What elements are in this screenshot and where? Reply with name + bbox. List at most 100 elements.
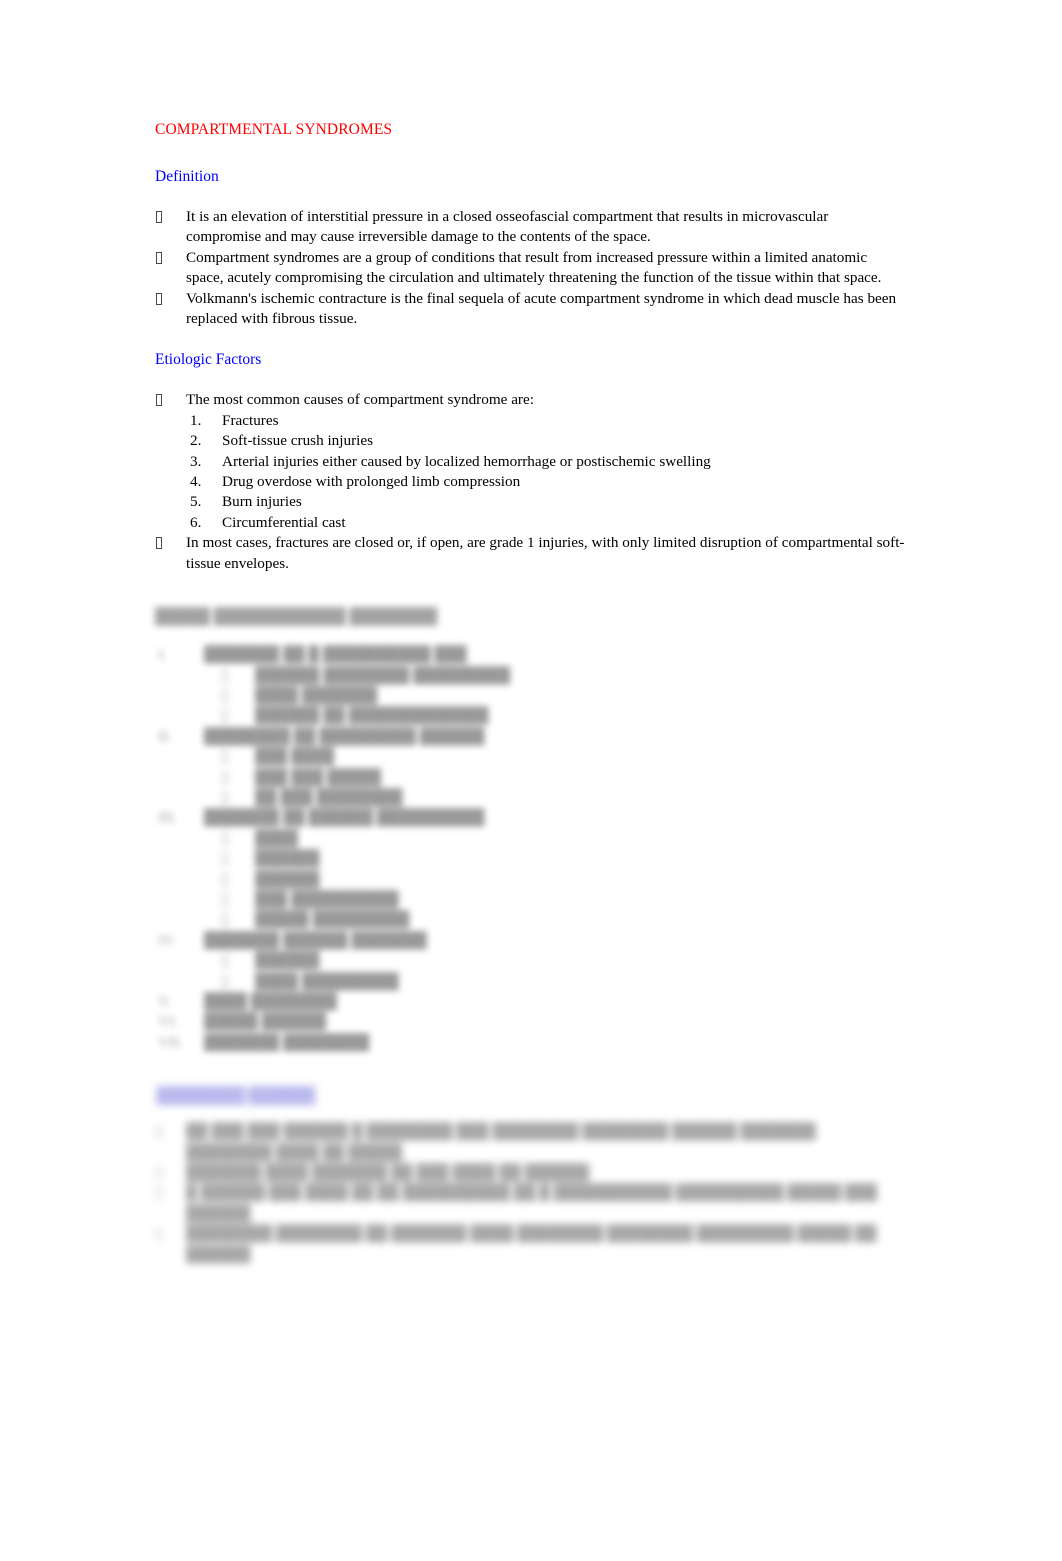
list-item: █ ██████ ███ ████ ██ ██ ██████████ ██ █ … (155, 1183, 905, 1224)
list-item-text: ██████ ██ █████████████ (255, 707, 489, 725)
bullet-tofu-icon (222, 710, 228, 723)
list-item: 3. Arterial injuries either caused by lo… (155, 452, 905, 472)
list-item: I. ███████ ██ █ ██████████ ███ (155, 645, 905, 665)
list-item: IV. ███████ ██████ ███████ (155, 931, 905, 951)
list-item: ███ ███ █████ (155, 768, 905, 788)
list-item: █████ █████████ (155, 910, 905, 930)
list-item-text: In most cases, fractures are closed or, … (186, 534, 905, 572)
list-item: 2. Soft-tissue crush injuries (155, 431, 905, 451)
list-item-text: ██ ███ ████████ (255, 788, 403, 806)
document-page: COMPARTMENTAL SYNDROMES Definition It is… (0, 0, 1062, 1561)
list-item: ██ ███ ███ ██████ █ ████████ ███ ███████… (155, 1122, 905, 1163)
section-heading-redacted-final: ████████ ██████ (155, 1086, 317, 1107)
bullet-tofu-icon (156, 251, 162, 264)
bullet-tofu-icon (156, 1228, 162, 1241)
list-item: ██████ ██ █████████████ (155, 706, 905, 726)
list-item-text: Soft-tissue crush injuries (222, 432, 374, 450)
list-item-text: ██████ (255, 850, 320, 868)
list-item-text: ███████ ██ ██████ ██████████ (204, 809, 485, 827)
list-item-text: It is an elevation of interstitial press… (186, 208, 829, 246)
bullet-tofu-icon (222, 771, 228, 784)
list-item: ████ (155, 829, 905, 849)
list-item-text: ███████ ████ ███████ ██ ███ ████ ██ ████… (186, 1164, 590, 1182)
bullet-tofu-icon (156, 1126, 162, 1139)
list-item-text: ████ ███████ (255, 686, 378, 704)
list-item: 6. Circumferential cast (155, 513, 905, 533)
etiologic-closing-list: In most cases, fractures are closed or, … (155, 533, 905, 574)
list-item-text: ███████ ██████ ███████ (204, 931, 427, 949)
list-item: 5. Burn injuries (155, 492, 905, 512)
list-item-text: █████ ██████ (204, 1013, 327, 1031)
list-item: ████ █████████ (155, 972, 905, 992)
bullet-tofu-icon (222, 914, 228, 927)
list-item: III. ███████ ██ ██████ ██████████ (155, 808, 905, 828)
list-item-text: The most common causes of compartment sy… (186, 391, 534, 409)
list-item: II. ████████ ██ █████████ ██████ (155, 727, 905, 747)
list-number: II. (158, 727, 172, 745)
list-item-text: Arterial injuries either caused by local… (222, 452, 711, 470)
list-item: VI. █████ ██████ (155, 1012, 905, 1032)
list-number: I. (158, 646, 167, 664)
list-item: ██ ███ ████████ (155, 788, 905, 808)
list-item-text: █████ █████████ (255, 911, 410, 929)
list-item-text: ██ ███ ███ ██████ █ ████████ ███ ███████… (186, 1123, 816, 1161)
list-number: V. (158, 993, 171, 1010)
list-number: VII. (158, 1033, 183, 1051)
list-item-text: ██████ (255, 870, 320, 888)
list-item-text: ███ ██████████ (255, 890, 399, 908)
list-item: V. ████ ████████ (155, 992, 905, 1012)
etiologic-bullet-list: The most common causes of compartment sy… (155, 390, 905, 410)
list-item-text: ██████ (255, 952, 320, 970)
list-number: 6. (190, 513, 202, 531)
list-item: It is an elevation of interstitial press… (155, 207, 905, 248)
bullet-tofu-icon (222, 689, 228, 702)
list-item: ██████ ████████ █████████ (155, 666, 905, 686)
section-heading-classification: █████ ████████████ ████████ (155, 608, 438, 626)
document-body: COMPARTMENTAL SYNDROMES Definition It is… (155, 120, 905, 1265)
etiologic-numbered-list: 1. Fractures 2. Soft-tissue crush injuri… (155, 411, 905, 533)
definition-bullet-list: It is an elevation of interstitial press… (155, 207, 905, 329)
list-item-text: ███ ███ █████ (255, 768, 381, 786)
list-item: Volkmann's ischemic contracture is the f… (155, 289, 905, 330)
section-heading-definition: Definition (155, 168, 219, 185)
list-item: In most cases, fractures are closed or, … (155, 533, 905, 574)
bullet-tofu-icon (222, 873, 228, 886)
list-number: 3. (190, 452, 202, 470)
blurred-classification-section: █████ ████████████ ████████ I. ███████ █… (155, 607, 905, 1053)
list-item: 4. Drug overdose with prolonged limb com… (155, 472, 905, 492)
list-item-text: Circumferential cast (222, 513, 346, 531)
list-item-text: ███ ████ (255, 748, 335, 766)
bullet-tofu-icon (222, 893, 228, 906)
bullet-tofu-icon (156, 537, 162, 550)
list-item-text: █ ██████ ███ ████ ██ ██ ██████████ ██ █ … (186, 1184, 878, 1222)
bullet-tofu-icon (222, 751, 228, 764)
bullet-tofu-icon (156, 292, 162, 305)
bullet-tofu-icon (156, 1167, 162, 1180)
list-item: ████ ███████ (155, 686, 905, 706)
list-item-text: ████████ ██ █████████ ██████ (204, 727, 485, 745)
list-item-text: ████ (255, 829, 299, 847)
list-item: ███ ██████████ (155, 890, 905, 910)
list-item: ███ ████ (155, 747, 905, 767)
list-item-text: ████████ ████████ ██ ███████ ████ ██████… (186, 1225, 877, 1263)
list-item-text: Fractures (222, 411, 279, 429)
bullet-tofu-icon (222, 975, 228, 988)
list-item-text: ████ █████████ (255, 972, 399, 990)
bullet-tofu-icon (156, 211, 162, 223)
list-item: ██████ (155, 951, 905, 971)
bullet-tofu-icon (156, 1187, 162, 1200)
list-item: ██████ (155, 870, 905, 890)
list-item-text: ████ ████████ (204, 993, 337, 1010)
list-number: 1. (190, 411, 202, 429)
list-number: III. (158, 809, 177, 827)
list-number: VI. (158, 1013, 178, 1031)
bullet-tofu-icon (222, 832, 228, 845)
list-item: ███████ ████ ███████ ██ ███ ████ ██ ████… (155, 1163, 905, 1183)
list-item-text: Compartment syndromes are a group of con… (186, 248, 882, 287)
list-item: ██████ (155, 849, 905, 869)
list-number: 5. (190, 493, 202, 511)
bullet-tofu-icon (222, 669, 228, 682)
section-heading-etiologic-factors: Etiologic Factors (155, 351, 262, 369)
list-item: ████████ ████████ ██ ███████ ████ ██████… (155, 1224, 905, 1265)
